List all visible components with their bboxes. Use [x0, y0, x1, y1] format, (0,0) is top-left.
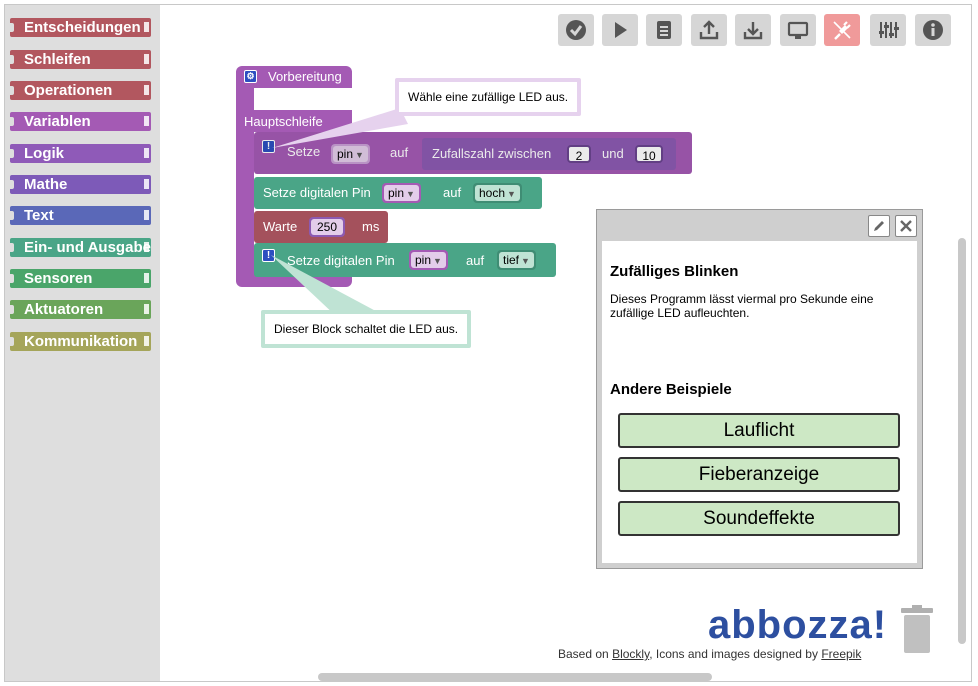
freepik-link[interactable]: Freepik [821, 647, 861, 661]
chevron-down-icon: ▼ [355, 150, 364, 160]
category-schleifen[interactable]: Schleifen [10, 50, 151, 69]
monitor-button[interactable] [780, 14, 816, 46]
comment-pointer [272, 108, 408, 148]
horizontal-scrollbar[interactable] [318, 673, 712, 681]
toolbox: Entscheidungen Schleifen Operationen Var… [5, 5, 160, 681]
vertical-scrollbar[interactable] [958, 238, 966, 644]
random-number-block[interactable]: Zufallszahl zwischen 2 und 10 [422, 138, 676, 170]
info-icon [923, 20, 943, 40]
category-text[interactable]: Text [10, 206, 151, 225]
edit-button[interactable] [868, 215, 890, 237]
settings-button[interactable] [870, 14, 906, 46]
check-button[interactable] [558, 14, 594, 46]
info-description: Dieses Programm lässt viermal pro Sekund… [610, 292, 874, 320]
close-icon [900, 220, 912, 232]
check-icon [566, 20, 586, 40]
monitor-icon [787, 21, 809, 39]
pencil-icon [874, 221, 884, 231]
example-button-lauflicht[interactable]: Lauflicht [618, 413, 900, 448]
info-title: Zufälliges Blinken [610, 263, 739, 280]
chevron-down-icon: ▼ [507, 189, 516, 199]
category-sensoren[interactable]: Sensoren [10, 269, 151, 288]
random-min-field[interactable]: 2 [567, 145, 591, 163]
chevron-down-icon: ▼ [521, 256, 530, 266]
random-max-field[interactable]: 10 [635, 145, 663, 163]
pin-dropdown[interactable]: pin ▼ [382, 183, 421, 203]
chevron-down-icon: ▼ [433, 256, 442, 266]
loop-block-side [236, 132, 254, 272]
plug-icon [833, 21, 851, 40]
trash-icon[interactable] [900, 605, 934, 660]
close-button[interactable] [895, 215, 917, 237]
run-button[interactable] [602, 14, 638, 46]
attribution: Based on Blockly, Icons and images desig… [558, 647, 862, 661]
category-mathe[interactable]: Mathe [10, 175, 151, 194]
gear-icon: ⚙ [244, 70, 257, 83]
level-dropdown-low[interactable]: tief ▼ [497, 250, 536, 270]
info-button[interactable] [915, 14, 951, 46]
app-window: Entscheidungen Schleifen Operationen Var… [4, 4, 972, 682]
category-operationen[interactable]: Operationen [10, 81, 151, 100]
blockly-link[interactable]: Blockly [612, 647, 649, 661]
upload-button[interactable] [691, 14, 727, 46]
example-button-soundeffekte[interactable]: Soundeffekte [618, 501, 900, 536]
examples-heading: Andere Beispiele [610, 381, 732, 398]
connect-button[interactable] [824, 14, 860, 46]
setup-block[interactable]: ⚙ Vorbereitung [236, 66, 352, 88]
category-ein-und-ausgabe[interactable]: Ein- und Ausgabe [10, 238, 151, 257]
level-dropdown-high[interactable]: hoch ▼ [473, 183, 522, 203]
category-variablen[interactable]: Variablen [10, 112, 151, 131]
category-logik[interactable]: Logik [10, 144, 151, 163]
document-icon [657, 21, 671, 39]
digital-write-high-block[interactable]: Setze digitalen Pin pin ▼ auf hoch ▼ [254, 177, 542, 209]
upload-icon [699, 20, 719, 40]
category-kommunikation[interactable]: Kommunikation [10, 332, 151, 351]
category-entscheidungen[interactable]: Entscheidungen [10, 18, 151, 37]
sliders-icon [879, 22, 899, 38]
new-sketch-button[interactable] [646, 14, 682, 46]
abbozza-logo: abbozza! [708, 603, 888, 647]
play-icon [615, 22, 627, 38]
setup-block-side [236, 88, 254, 110]
comment-bubble-1[interactable]: Wähle eine zufällige LED aus. [395, 78, 582, 116]
comment-bubble-2[interactable]: Dieser Block schaltet die LED aus. [261, 310, 472, 348]
chevron-down-icon: ▼ [406, 189, 415, 199]
wait-block[interactable]: Warte 250 ms [254, 211, 388, 243]
example-button-fieberanzeige[interactable]: Fieberanzeige [618, 457, 900, 492]
download-button[interactable] [735, 14, 771, 46]
download-icon [743, 22, 763, 40]
category-aktuatoren[interactable]: Aktuatoren [10, 300, 151, 319]
info-panel-content: Zufälliges Blinken Dieses Programm lässt… [602, 241, 917, 563]
wait-value-field[interactable]: 250 [309, 217, 346, 237]
info-panel: Zufälliges Blinken Dieses Programm lässt… [596, 209, 923, 569]
